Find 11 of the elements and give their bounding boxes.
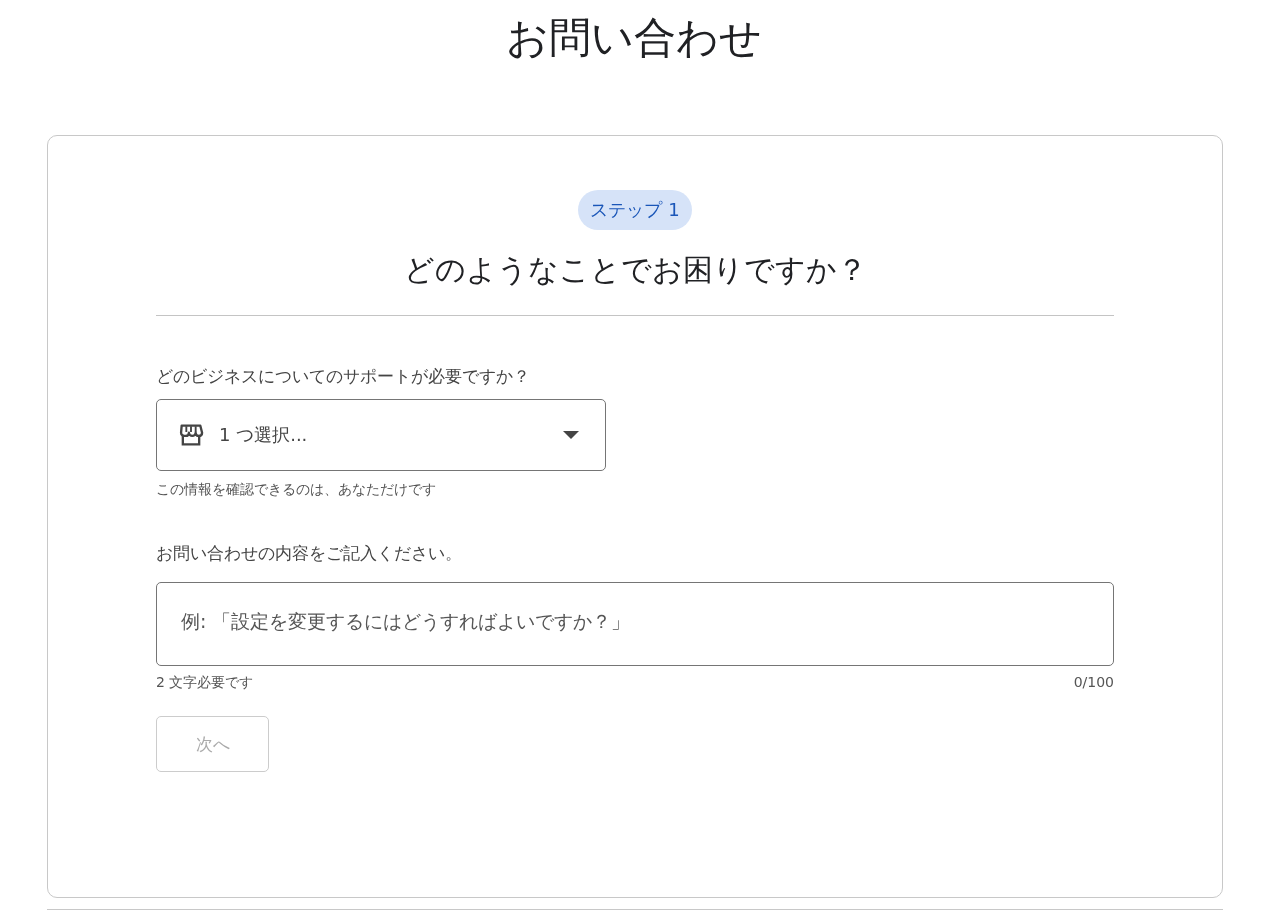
business-select[interactable]: 1 つ選択... [156, 399, 606, 471]
page-title: お問い合わせ [504, 12, 763, 64]
step-badge: ステップ 1 [578, 190, 692, 230]
field-label: お問い合わせの内容をご記入ください。 [156, 542, 462, 565]
character-counter: 0/100 [1073, 674, 1114, 692]
caret-icon [563, 431, 579, 439]
helper-text: この情報を確認できるのは、あなただけです [156, 481, 436, 499]
step-heading: どのようなことでお困りですか？ [403, 251, 867, 289]
message-field[interactable]: 例: 「設定を変更するにはどうすればよいですか？」 [156, 582, 1114, 666]
field-label: どのビジネスについてのサポートが必要ですか？ [156, 365, 531, 388]
helper-text: 2 文字必要です [156, 674, 254, 692]
